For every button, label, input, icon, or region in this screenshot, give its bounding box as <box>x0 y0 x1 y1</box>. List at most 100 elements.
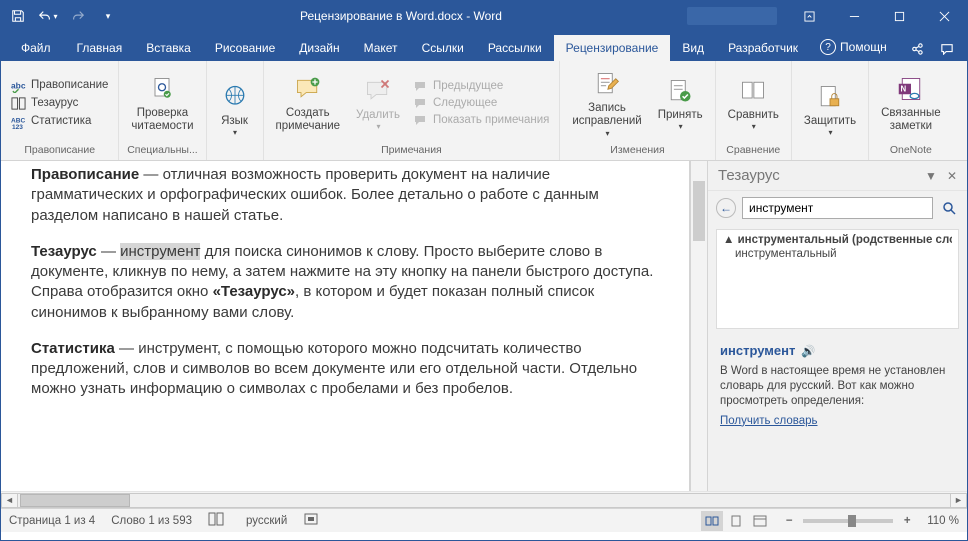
definition-message: В Word в настоящее время не установлен с… <box>720 364 955 409</box>
word-count-button[interactable]: ABC123Статистика <box>11 114 108 129</box>
search-go-button[interactable] <box>939 198 959 218</box>
group-language: Язык▾ <box>207 61 264 160</box>
p3-bold: Статистика <box>31 340 115 357</box>
linked-notes-button[interactable]: N Связанные заметки <box>873 71 949 135</box>
definition-word: инструмент <box>720 343 795 358</box>
zoom-value[interactable]: 110 % <box>927 515 959 527</box>
user-account-tag[interactable] <box>687 7 777 25</box>
document-content[interactable]: Правописание — отличная возможность пров… <box>1 161 689 426</box>
tab-insert[interactable]: Вставка <box>134 35 203 61</box>
save-button[interactable] <box>7 5 29 27</box>
speak-icon[interactable]: 🔊 <box>801 346 815 358</box>
group-onenote-label: OneNote <box>873 142 949 158</box>
zoom-out-button[interactable]: − <box>781 513 797 529</box>
paragraph-2[interactable]: Тезаурус — инструмент для поиска синоним… <box>31 242 659 323</box>
hscroll-track[interactable] <box>18 493 950 508</box>
window-controls <box>787 1 967 31</box>
group-accessibility-label: Специальны... <box>123 142 201 158</box>
delete-comment-icon <box>362 75 394 107</box>
language-label: Язык <box>221 115 248 128</box>
accept-button[interactable]: Принять▾ <box>650 73 711 133</box>
thesaurus-button[interactable]: Тезаурус <box>11 96 108 111</box>
tab-view[interactable]: Вид <box>670 35 716 61</box>
status-page[interactable]: Страница 1 из 4 <box>9 515 95 527</box>
language-button[interactable]: Язык▾ <box>211 79 259 139</box>
thesaurus-search-input[interactable] <box>742 197 933 219</box>
result-group-header[interactable]: ▲ инструментальный (родственные слова) <box>723 234 952 246</box>
redo-button[interactable] <box>67 5 89 27</box>
tell-me-search[interactable]: ?Помощн <box>810 33 897 61</box>
prev-comment-button[interactable]: Предыдущее <box>414 79 549 93</box>
ribbon-display-button[interactable] <box>787 1 832 31</box>
tab-home[interactable]: Главная <box>65 35 135 61</box>
result-item[interactable]: инструментальный <box>723 248 952 260</box>
tab-draw[interactable]: Рисование <box>203 35 287 61</box>
minimize-button[interactable] <box>832 1 877 31</box>
accessibility-label: Проверка читаемости <box>131 107 193 133</box>
new-comment-icon <box>292 73 324 105</box>
p3-text: — инструмент, с помощью которого можно п… <box>31 340 637 398</box>
track-changes-icon <box>591 68 623 100</box>
search-back-button[interactable]: ← <box>716 198 736 218</box>
tab-developer[interactable]: Разработчик <box>716 35 810 61</box>
pane-search-row: ← <box>708 191 967 225</box>
tab-mailings[interactable]: Рассылки <box>476 35 554 61</box>
ribbon-tabs: Файл Главная Вставка Рисование Дизайн Ма… <box>1 31 967 61</box>
paragraph-3[interactable]: Статистика — инструмент, с помощью котор… <box>31 339 659 400</box>
horizontal-scrollbar[interactable]: ◄ ► <box>1 491 967 508</box>
selected-word[interactable]: инструмент <box>120 243 200 260</box>
hscroll-right[interactable]: ► <box>950 493 967 508</box>
document-viewport[interactable]: Правописание — отличная возможность пров… <box>1 161 690 491</box>
onenote-icon: N <box>895 73 927 105</box>
view-read-mode[interactable] <box>701 511 723 531</box>
hscroll-thumb[interactable] <box>20 494 130 507</box>
svg-text:123: 123 <box>12 124 23 129</box>
tab-review[interactable]: Рецензирование <box>554 35 671 61</box>
tab-references[interactable]: Ссылки <box>410 35 476 61</box>
comments-button[interactable] <box>935 37 959 61</box>
check-accessibility-button[interactable]: Проверка читаемости <box>123 71 201 135</box>
word-count-label: Статистика <box>31 115 91 127</box>
status-macro-icon[interactable] <box>303 511 325 530</box>
vscroll-thumb[interactable] <box>693 181 705 241</box>
close-button[interactable] <box>922 1 967 31</box>
undo-button[interactable]: ▾ <box>37 5 59 27</box>
status-proofing-icon[interactable] <box>208 511 230 530</box>
results-list[interactable]: ▲ инструментальный (родственные слова) и… <box>716 229 959 329</box>
next-comment-button[interactable]: Следующее <box>414 96 549 110</box>
spelling-button[interactable]: abcПравописание <box>11 78 108 93</box>
hscroll-left[interactable]: ◄ <box>1 493 18 508</box>
zoom-thumb[interactable] <box>848 515 856 527</box>
pane-options-button[interactable]: ▼ <box>925 169 937 183</box>
pane-close-button[interactable]: ✕ <box>947 169 957 183</box>
zoom-slider[interactable] <box>803 519 893 523</box>
accept-label: Принять <box>658 109 703 122</box>
delete-comment-button[interactable]: Удалить▾ <box>348 73 408 133</box>
qat-customize[interactable]: ▾ <box>97 5 119 27</box>
tab-design[interactable]: Дизайн <box>287 35 351 61</box>
show-comments-button[interactable]: Показать примечания <box>414 113 549 127</box>
zoom-in-button[interactable]: + <box>899 513 915 529</box>
maximize-button[interactable] <box>877 1 922 31</box>
new-comment-button[interactable]: Создать примечание <box>268 71 349 135</box>
ribbon: abcПравописание Тезаурус ABC123Статистик… <box>1 61 967 161</box>
p2-bold2: «Тезаурус» <box>213 283 295 300</box>
view-print-layout[interactable] <box>725 511 747 531</box>
paragraph-1[interactable]: Правописание — отличная возможность пров… <box>31 165 659 226</box>
status-language[interactable]: русский <box>246 515 287 527</box>
track-changes-button[interactable]: Запись исправлений▾ <box>564 66 649 140</box>
view-web-layout[interactable] <box>749 511 771 531</box>
compare-button[interactable]: Сравнить▾ <box>720 73 787 133</box>
get-dictionary-link[interactable]: Получить словарь <box>720 415 818 427</box>
share-button[interactable] <box>905 37 929 61</box>
status-bar: Страница 1 из 4 Слово 1 из 593 русский −… <box>1 508 967 532</box>
group-accessibility: Проверка читаемости Специальны... <box>119 61 206 160</box>
document-area: Правописание — отличная возможность пров… <box>1 161 967 491</box>
vertical-scrollbar[interactable] <box>690 161 707 491</box>
tab-file[interactable]: Файл <box>7 35 65 61</box>
show-comments-label: Показать примечания <box>433 114 549 126</box>
new-comment-label: Создать примечание <box>276 107 341 133</box>
tab-layout[interactable]: Макет <box>352 35 410 61</box>
protect-button[interactable]: Защитить▾ <box>796 79 864 139</box>
status-word-count[interactable]: Слово 1 из 593 <box>111 515 192 527</box>
